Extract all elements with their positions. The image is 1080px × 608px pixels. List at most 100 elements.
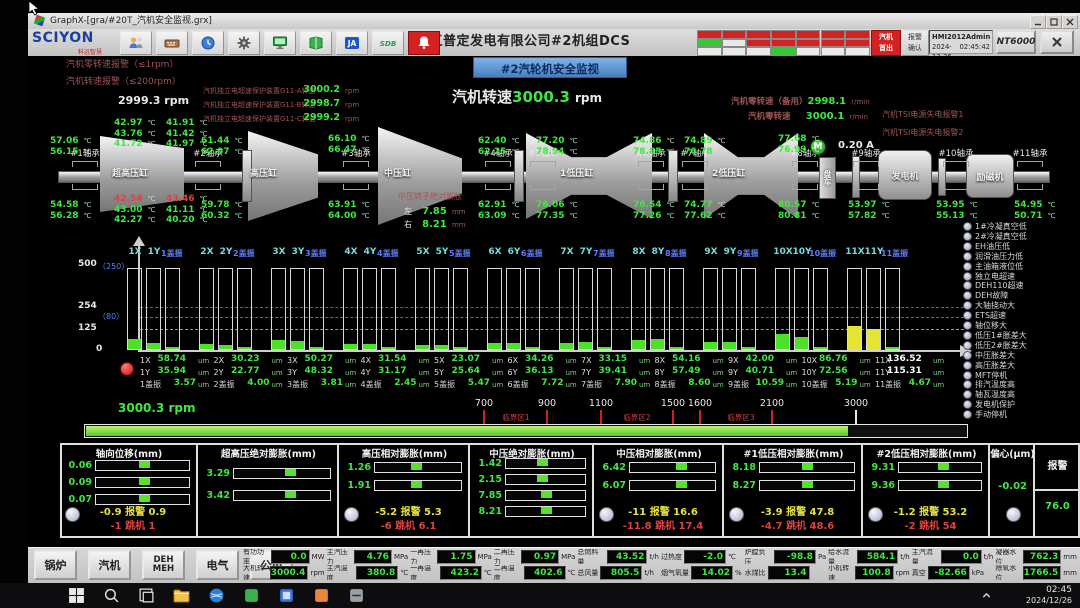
nav-button-DEH-MEH[interactable]: DEHMEH [142,550,185,580]
vib-table-unit: um [198,356,209,367]
status-value: 402.6 [524,566,566,580]
task-view-icon[interactable] [136,585,157,606]
status-reading: 给水流量584.1t/h [828,549,910,564]
speed-tick-label: 2100 [754,398,790,409]
panel-gauge-value: 6.42 [598,462,626,473]
vib-bar [199,268,214,350]
screen-close-button[interactable] [1040,30,1074,54]
zero-speed-readout: 汽机零转速 3000.1 r/min [748,108,868,123]
file-explorer-icon[interactable] [171,585,192,606]
bearing-bracket-top [72,161,98,167]
bearing-bracket-bottom [343,184,369,190]
status-value: 805.5 [600,566,642,580]
status-reading: 过热度-2.0℃ [661,549,743,564]
nav-button-电气[interactable]: 电气 [196,550,239,580]
vib-bar [506,268,521,350]
vib-table-label: 9Y [728,367,738,378]
status-label: 炉膛负压 [745,549,773,564]
bearing-bracket-top [343,161,369,167]
close-window-button[interactable] [1062,15,1078,29]
vib-table-label: 3盖振 [287,379,308,390]
monitor-icon[interactable] [264,31,296,55]
exciter-body: 励磁机 [966,154,1014,198]
alarm-list-item: 主油箱液位低 [975,262,1023,271]
tsi-power-alarm-1: 汽机TSI电源失电报警1 [882,109,963,120]
status-label: 凝器水位 [995,549,1020,564]
sdb-icon[interactable]: SDB [372,31,404,55]
alarm-bell-icon[interactable] [408,31,440,55]
vib-bar [218,268,233,350]
chevron-up-icon[interactable] [976,585,997,606]
status-label: 真空 [912,568,926,578]
nav-button-汽机[interactable]: 汽机 [88,550,131,580]
bearing-temp: 55.13 ℃ [936,207,977,222]
panel-gauge-row: 9.36 [867,479,982,491]
vib-table-label: 5盖振 [434,379,455,390]
browser-icon[interactable] [206,585,227,606]
gear-icon[interactable] [228,31,260,55]
panel-gauge-row: 9.31 [867,461,982,473]
exciter-label: 励磁机 [976,170,1003,183]
vib-table-value: 72.56 [814,366,848,377]
chart-x-axis [138,350,964,352]
panel-3: 高压相对膨胀(mm)1.261.91-5.2 报警 5.3-6 跳机 6.1 [339,443,470,538]
panel-title: 轴向位移(mm) [60,446,198,458]
search-icon[interactable] [101,585,122,606]
status-value: -98.8 [774,550,816,564]
panel-gauge-track [898,480,982,491]
vib-table-label: 5X [434,355,445,366]
panel-gauge-track [629,480,716,491]
book-icon[interactable] [300,31,332,55]
app-icon-gray[interactable] [346,585,367,606]
panel-gauge-track [95,477,190,488]
status-row-1: 有功功率0.0MW主汽压力4.76MPa一再压力1.75MPa二再压力0.97M… [243,549,1077,564]
app-icon-green[interactable] [241,585,262,606]
tsi-power-alarm-2: 汽机TSI电源失电报警2 [882,127,963,138]
turning-gear-label: 盘车 [822,170,833,186]
cylinder-label: 超高压缸 [112,169,148,180]
vib-table-value: 57.49 [667,366,701,377]
vib-bar-fill [344,344,357,349]
alarm-list-item: 润滑油压力低 [975,252,1023,261]
panel-gauge-marker [139,478,150,485]
vib-table-label: 4Y [361,367,371,378]
users-icon[interactable] [120,31,152,55]
status-unit: ℃ [568,569,576,577]
vib-bar [525,268,540,350]
panel-gauge-marker [938,463,949,470]
panel-gauge-marker [139,495,150,502]
g11-label: 汽机独立电超速保护装置G11-B转速 [203,100,315,111]
status-value: 0.0 [271,550,310,564]
status-label: 烟气氧量 [661,568,689,578]
keyboard-icon[interactable] [156,31,188,55]
vib-table-value: 7.90 [603,378,637,389]
taskbar-clock[interactable]: 02:45 2024/12/26 [998,585,1072,607]
minimize-button[interactable] [1030,15,1046,29]
nav-button-锅炉[interactable]: 锅炉 [34,550,77,580]
ja-icon[interactable]: JA [336,31,368,55]
vib-table-value: 42.00 [740,354,774,365]
maximize-button[interactable] [1046,15,1062,29]
vib-table-unit: um [198,368,209,379]
first-out-box[interactable]: 汽机 首出 [871,30,901,56]
sciyon-brand-text: SCIYON [32,33,94,44]
alarm-list-dot [963,371,972,380]
app-icon-blue[interactable] [276,585,297,606]
status-reading: 主汽流量0.0t/h [912,549,994,564]
app-icon-orange[interactable] [311,585,332,606]
vib-bar-fill [814,347,827,349]
vib-table-value: 22.77 [226,366,260,377]
panel-trip-row: -4.7 跳机 48.6 [738,517,857,529]
vib-table-label: 2X [214,355,225,366]
nt6000-badge[interactable]: NT6000 [996,30,1036,54]
vib-bar [813,268,828,350]
vib-table-unit: um [272,356,283,367]
clock-icon[interactable] [192,31,224,55]
alarm-grid-cell [771,30,796,39]
start-icon[interactable] [66,585,87,606]
alarm-ack-button[interactable]: 报警 确认 [901,30,929,56]
vib-bar-fill [147,343,160,349]
vib-bar-fill [219,345,232,349]
taskbar-date: 2024/12/26 [998,596,1072,605]
status-label: 总燃料量 [577,549,604,564]
